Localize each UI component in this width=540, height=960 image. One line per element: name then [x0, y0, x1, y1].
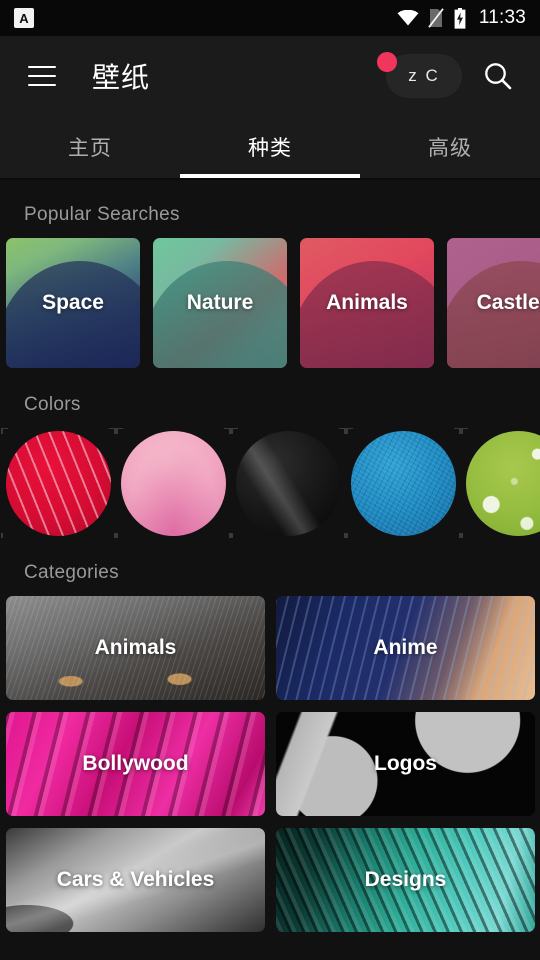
- tab-advanced[interactable]: 高级: [360, 116, 540, 178]
- hamburger-bar: [28, 75, 56, 77]
- hamburger-bar: [28, 66, 56, 68]
- popular-search-card-animals[interactable]: Animals: [300, 238, 434, 368]
- search-icon[interactable]: [474, 52, 522, 100]
- colors-row[interactable]: [0, 428, 540, 538]
- category-card-bollywood[interactable]: Bollywood: [6, 712, 265, 816]
- app-bar-actions: z C: [377, 52, 522, 100]
- color-circle: [351, 430, 456, 536]
- category-card-cars-vehicles[interactable]: Cars & Vehicles: [6, 828, 265, 932]
- popular-searches-row[interactable]: Space Nature Animals Castles: [0, 238, 540, 370]
- category-label: Anime: [373, 636, 438, 659]
- page-title: 壁纸: [92, 62, 151, 93]
- categories-grid: Animals Anime Bollywood Logos Cars & Veh…: [0, 596, 540, 932]
- status-bar: A 11:33: [0, 0, 540, 36]
- section-title-categories: Categories: [24, 562, 119, 583]
- category-card-animals[interactable]: Animals: [6, 596, 265, 700]
- wifi-icon: [397, 10, 419, 26]
- tab-bar: 主页 种类 高级: [0, 116, 540, 180]
- status-bar-system-icons: 11:33: [397, 7, 526, 29]
- notification-badge-dot: [377, 52, 397, 72]
- content-scroll-area[interactable]: Popular Searches Space Nature Animals Ca…: [0, 180, 540, 958]
- app-notification-icon: A: [14, 8, 34, 28]
- battery-charging-icon: [453, 7, 467, 29]
- status-bar-clock: 11:33: [478, 7, 526, 28]
- section-title-colors: Colors: [24, 394, 81, 415]
- swatch-texture: [466, 430, 540, 536]
- category-label: Designs: [364, 868, 447, 891]
- swatch-texture: [351, 430, 456, 536]
- color-circle: [121, 430, 226, 536]
- color-swatch-black[interactable]: [231, 428, 346, 538]
- hamburger-menu-icon[interactable]: [18, 52, 66, 100]
- category-label: Logos: [374, 752, 437, 775]
- color-circle: [466, 430, 540, 536]
- category-card-designs[interactable]: Designs: [276, 828, 535, 932]
- popular-search-label: Nature: [186, 291, 254, 314]
- app-notification-glyph: A: [19, 10, 29, 26]
- color-swatch-pink[interactable]: [116, 428, 231, 538]
- popular-search-card-space[interactable]: Space: [6, 238, 140, 368]
- swatch-texture: [121, 430, 226, 536]
- category-label: Cars & Vehicles: [56, 868, 215, 891]
- color-circle: [236, 430, 341, 536]
- swatch-texture: [236, 430, 341, 536]
- popular-search-label: Castles: [476, 291, 540, 314]
- color-swatch-green[interactable]: [461, 428, 540, 538]
- color-swatch-red[interactable]: [1, 428, 116, 538]
- app-root: A 11:33 壁纸 z C 主页 种类 高级 Popular Searches…: [0, 0, 540, 960]
- status-bar-notifications: A: [14, 8, 34, 28]
- color-swatch-blue[interactable]: [346, 428, 461, 538]
- popular-search-card-castles[interactable]: Castles: [447, 238, 540, 368]
- tab-categories[interactable]: 种类: [180, 116, 360, 178]
- notification-chip-label: z C: [408, 66, 440, 85]
- category-label: Animals: [94, 636, 177, 659]
- tab-home[interactable]: 主页: [0, 116, 180, 178]
- popular-search-label: Space: [42, 291, 104, 314]
- sim-off-icon: [428, 8, 444, 28]
- popular-search-label: Animals: [326, 291, 408, 314]
- hamburger-bar: [28, 84, 56, 86]
- notification-chip-button[interactable]: z C: [377, 52, 462, 98]
- color-circle: [6, 430, 111, 536]
- popular-search-card-nature[interactable]: Nature: [153, 238, 287, 368]
- section-title-popular-searches: Popular Searches: [24, 204, 180, 225]
- category-card-logos[interactable]: Logos: [276, 712, 535, 816]
- category-card-anime[interactable]: Anime: [276, 596, 535, 700]
- swatch-texture: [6, 430, 111, 536]
- category-label: Bollywood: [82, 752, 189, 775]
- app-bar: 壁纸 z C: [0, 36, 540, 116]
